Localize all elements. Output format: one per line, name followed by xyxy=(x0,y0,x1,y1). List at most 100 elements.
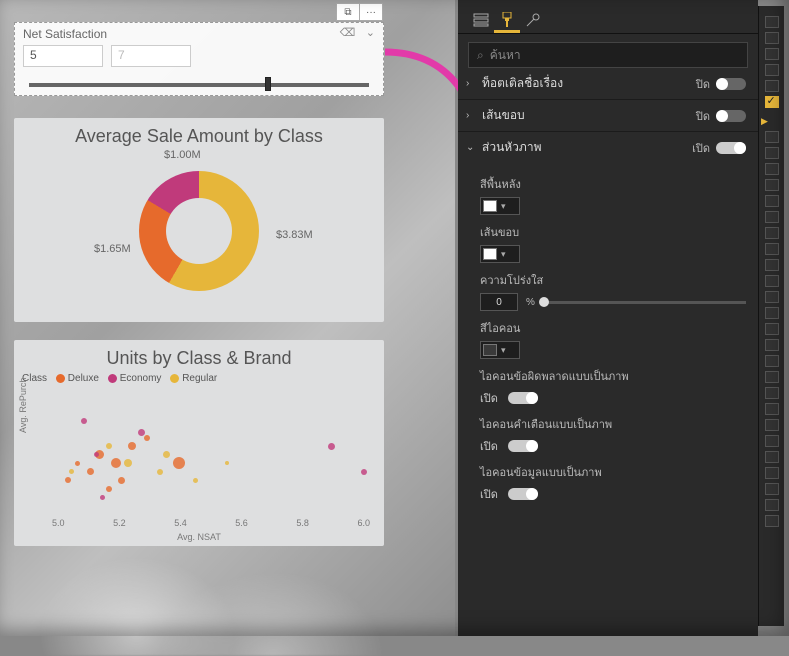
strip-item[interactable] xyxy=(765,147,779,159)
scatter-point xyxy=(111,458,121,468)
scatter-point xyxy=(361,469,367,475)
slicer-title: Net Satisfaction xyxy=(15,23,115,41)
search-icon: ⌕ xyxy=(477,48,484,63)
tab-fields-icon[interactable] xyxy=(468,9,494,33)
scatter-point xyxy=(69,469,74,474)
toggle-visual-header[interactable] xyxy=(716,142,746,154)
strip-item[interactable] xyxy=(765,227,779,239)
slicer-range-thumb[interactable] xyxy=(265,77,271,91)
format-search-input[interactable]: ⌕ ค้นหา xyxy=(468,42,748,68)
strip-item[interactable] xyxy=(765,483,779,495)
strip-item[interactable] xyxy=(765,275,779,287)
legend-dot-economy xyxy=(108,374,117,383)
more-options-button[interactable]: ··· xyxy=(359,3,383,21)
toggle-border[interactable] xyxy=(716,110,746,122)
scatter-point xyxy=(65,477,71,483)
scatter-point xyxy=(81,418,87,424)
icon-color-picker[interactable]: ▾ xyxy=(480,341,520,359)
scatter-point xyxy=(163,451,170,458)
visual-header-props: สีพื้นหลัง ▾ เส้นขอบ ▾ ความโปร่งใส 0 % ส… xyxy=(458,163,758,511)
bg-color-picker[interactable]: ▾ xyxy=(480,197,520,215)
scatter-point xyxy=(94,452,99,457)
scatter-point xyxy=(128,442,136,450)
tab-format-icon[interactable] xyxy=(494,9,520,33)
scatter-chart-card[interactable]: Units by Class & Brand Class Deluxe Econ… xyxy=(14,340,384,546)
strip-item[interactable] xyxy=(765,451,779,463)
scatter-title: Units by Class & Brand xyxy=(14,340,384,371)
strip-expand-icon[interactable]: ▶ xyxy=(761,116,768,127)
scatter-point xyxy=(173,457,185,469)
scatter-point xyxy=(124,459,132,467)
strip-item[interactable] xyxy=(765,371,779,383)
strip-item[interactable] xyxy=(765,195,779,207)
strip-item[interactable] xyxy=(765,307,779,319)
strip-item[interactable] xyxy=(765,387,779,399)
scatter-xticks: 5.05.25.45.65.86.0 xyxy=(52,518,370,528)
scatter-xlabel: Avg. NSAT xyxy=(177,532,221,542)
scatter-plot-area xyxy=(52,404,370,514)
net-satisfaction-slicer[interactable]: ⧉ ··· Net Satisfaction ⌫ ⌄ 5 7 xyxy=(14,22,384,96)
strip-item[interactable] xyxy=(765,131,779,143)
strip-item[interactable] xyxy=(765,419,779,431)
format-panel: ⌕ ค้นหา ›ท็อตเติลชื่อเรื่อง ปิด ›เส้นขอบ… xyxy=(458,0,758,636)
scatter-point xyxy=(75,461,80,466)
section-cutoff[interactable]: ›ท็อตเติลชื่อเรื่อง ปิด xyxy=(458,72,758,99)
scatter-point xyxy=(87,468,94,475)
strip-item[interactable] xyxy=(765,499,779,511)
strip-item[interactable] xyxy=(765,64,779,76)
donut-label-b: $1.65M xyxy=(94,243,131,255)
toggle-cutoff[interactable] xyxy=(716,78,746,90)
slicer-range-track[interactable] xyxy=(29,83,369,87)
scatter-point xyxy=(106,486,112,492)
toggle-warning-icon[interactable] xyxy=(508,440,538,452)
strip-item[interactable] xyxy=(765,435,779,447)
donut-label-c: $3.83M xyxy=(276,229,313,241)
tab-analytics-icon[interactable] xyxy=(520,9,546,33)
chevron-down-icon[interactable]: ⌄ xyxy=(366,27,375,39)
transparency-control[interactable]: 0 % xyxy=(480,293,746,311)
selection-strip: ▶ xyxy=(758,6,784,626)
scatter-ylabel: Avg. RePurch xyxy=(18,378,28,433)
donut-chart-card[interactable]: Average Sale Amount by Class $1.00M $1.6… xyxy=(14,118,384,322)
strip-item[interactable] xyxy=(765,403,779,415)
strip-item[interactable] xyxy=(765,467,779,479)
toggle-error-icon[interactable] xyxy=(508,392,538,404)
toggle-info-icon[interactable] xyxy=(508,488,538,500)
strip-item[interactable] xyxy=(765,259,779,271)
strip-item[interactable] xyxy=(765,291,779,303)
strip-item[interactable] xyxy=(765,515,779,527)
strip-item[interactable] xyxy=(765,211,779,223)
strip-item[interactable] xyxy=(765,16,779,28)
strip-item[interactable] xyxy=(765,179,779,191)
slicer-to-input[interactable]: 7 xyxy=(111,45,191,67)
scatter-point xyxy=(144,435,150,441)
focus-mode-button[interactable]: ⧉ xyxy=(336,3,360,21)
strip-item[interactable] xyxy=(765,80,779,92)
legend-dot-deluxe xyxy=(56,374,65,383)
scatter-point xyxy=(225,461,229,465)
strip-item-checked[interactable] xyxy=(765,96,779,108)
strip-item[interactable] xyxy=(765,323,779,335)
donut-chart xyxy=(139,171,259,291)
scatter-point xyxy=(118,477,125,484)
section-border[interactable]: ›เส้นขอบ ปิด xyxy=(458,99,758,131)
report-canvas: ⧉ ··· Net Satisfaction ⌫ ⌄ 5 7 Average S… xyxy=(0,0,455,636)
scatter-point xyxy=(106,443,112,449)
clear-icon[interactable]: ⌫ xyxy=(340,27,356,39)
strip-item[interactable] xyxy=(765,48,779,60)
strip-item[interactable] xyxy=(765,339,779,351)
scatter-point xyxy=(157,469,163,475)
strip-item[interactable] xyxy=(765,32,779,44)
slicer-from-input[interactable]: 5 xyxy=(23,45,103,67)
panel-tabs xyxy=(458,0,758,34)
strip-item[interactable] xyxy=(765,355,779,367)
donut-title: Average Sale Amount by Class xyxy=(14,118,384,149)
scatter-point xyxy=(95,450,104,459)
border-color-picker[interactable]: ▾ xyxy=(480,245,520,263)
scatter-point xyxy=(193,478,198,483)
scatter-legend: Class Deluxe Economy Regular xyxy=(14,371,384,386)
strip-item[interactable] xyxy=(765,163,779,175)
transparency-slider[interactable] xyxy=(543,301,746,304)
strip-item[interactable] xyxy=(765,243,779,255)
section-visual-header[interactable]: ⌄ส่วนหัวภาพ เปิด xyxy=(458,131,758,163)
